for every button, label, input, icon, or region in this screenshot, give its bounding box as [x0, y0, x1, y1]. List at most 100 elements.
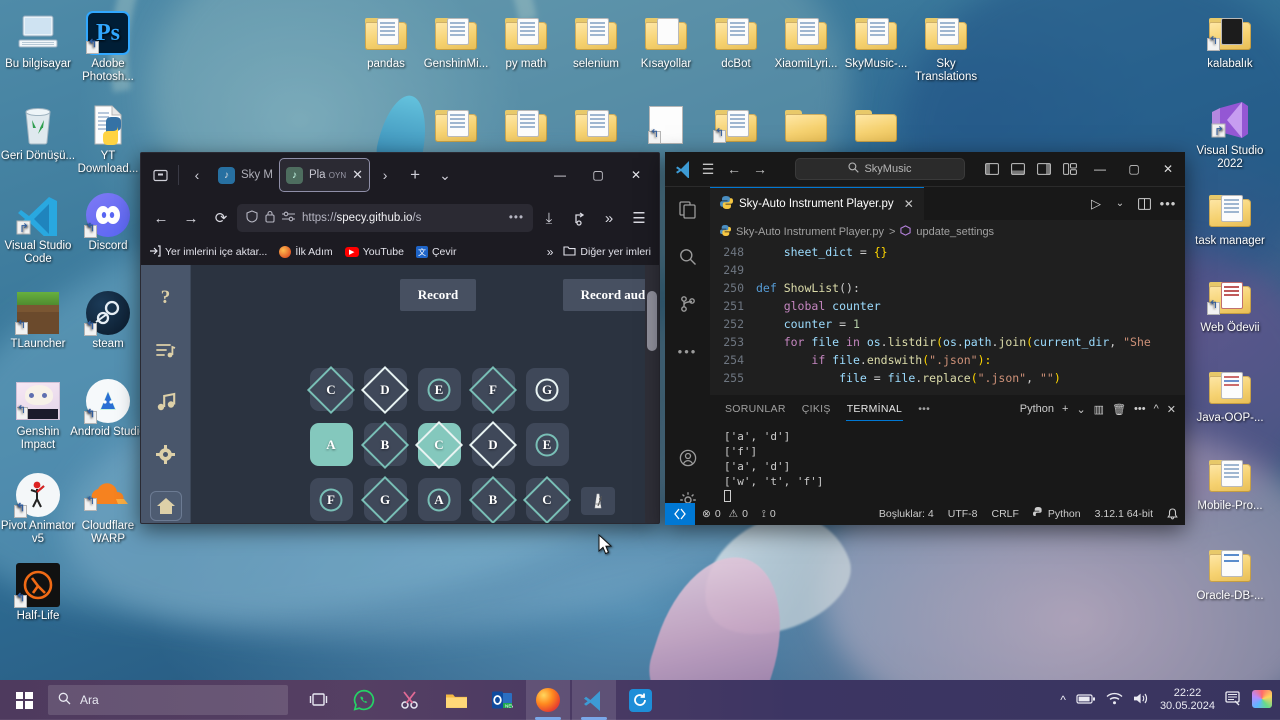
sky-key-g-4[interactable]: G: [526, 368, 569, 411]
terminal-shell-label[interactable]: Python: [1019, 403, 1055, 415]
minimize-button[interactable]: —: [1083, 154, 1117, 184]
more-actions-icon[interactable]: •••: [1157, 192, 1179, 216]
task-view-icon[interactable]: [296, 680, 340, 720]
desktop-icon-yt-downloader[interactable]: YT Download...: [70, 100, 146, 175]
split-terminal-icon[interactable]: ▥: [1093, 403, 1105, 416]
new-tab-button[interactable]: +: [400, 160, 430, 190]
bookmark-cevir[interactable]: 文 Çevir: [416, 246, 457, 258]
help-question-icon[interactable]: ?: [150, 283, 182, 313]
maximize-button[interactable]: ▢: [1117, 154, 1151, 184]
scroll-tabs-left-icon[interactable]: ‹: [182, 160, 212, 190]
explorer-icon[interactable]: [672, 195, 704, 225]
desktop-icon-pivot-animator[interactable]: Pivot Animator v5: [0, 470, 76, 545]
vscode-window[interactable]: ☰ ← → SkyMusic: [665, 152, 1185, 525]
code-editor[interactable]: 248 sheet_dict = {}249250def ShowList():…: [710, 243, 1185, 395]
panel-tab-iki[interactable]: ÇIKIŞ: [801, 398, 832, 420]
trash-icon[interactable]: 🗑: [1111, 403, 1127, 416]
downloads-icon[interactable]: ⤓: [535, 204, 563, 232]
desktop-icon-row2[interactable]: [558, 100, 634, 150]
taskbar-search-box[interactable]: Ara: [48, 685, 288, 715]
desktop-icon-pandas[interactable]: pandas: [348, 8, 424, 71]
outlook-icon[interactable]: NEW: [480, 680, 524, 720]
metronome-icon[interactable]: [581, 487, 615, 515]
desktop-icon-genshinmi[interactable]: GenshinMi...: [418, 8, 494, 71]
browser-tab-sky-music[interactable]: ♪ Sky M: [212, 158, 279, 192]
desktop-icon-row2[interactable]: [628, 100, 704, 150]
status-indentation[interactable]: Boşluklar: 4: [872, 503, 941, 525]
pre-app-icon[interactable]: [1252, 690, 1272, 711]
back-icon[interactable]: ←: [147, 204, 175, 232]
battery-icon[interactable]: [1076, 693, 1096, 708]
wifi-icon[interactable]: [1106, 692, 1123, 708]
desktop-icon-tlauncher[interactable]: TLauncher: [0, 288, 76, 351]
browser-viewport-scrollbar[interactable]: [645, 265, 659, 524]
desktop-icon-steam[interactable]: steam: [70, 288, 146, 351]
chevron-double-right-icon[interactable]: »: [547, 245, 554, 259]
taskbar-clock[interactable]: 22:22 30.05.2024: [1160, 687, 1215, 713]
tray-overflow-icon[interactable]: ^: [1060, 693, 1066, 707]
panel-tab-terminal[interactable]: TERMİNAL: [846, 398, 904, 421]
permissions-icon[interactable]: [282, 211, 295, 225]
playlist-icon[interactable]: [150, 335, 182, 365]
scrollbar-thumb[interactable]: [647, 291, 657, 351]
record-button[interactable]: Record: [400, 279, 476, 311]
go-back-icon[interactable]: ←: [721, 155, 747, 183]
layout-panel-left-icon[interactable]: [979, 155, 1005, 183]
sync-icon[interactable]: [618, 680, 662, 720]
desktop-icon-vscode[interactable]: ↱ Visual Studio Code: [0, 190, 76, 265]
sky-key-f-3[interactable]: F: [472, 368, 515, 411]
close-panel-icon[interactable]: ✕: [1166, 403, 1177, 416]
more-views-icon[interactable]: •••: [672, 336, 704, 366]
desktop-icon-row2[interactable]: [768, 100, 844, 150]
bell-icon[interactable]: [1160, 503, 1185, 525]
terminal-dropdown-icon[interactable]: ⌄: [1075, 403, 1086, 416]
bookmark-import[interactable]: Yer imlerini içe aktar...: [149, 245, 267, 260]
close-icon[interactable]: ✕: [904, 197, 914, 211]
close-icon[interactable]: ✕: [352, 167, 363, 183]
panel-tab-sorunlar[interactable]: SORUNLAR: [724, 398, 787, 420]
volume-icon[interactable]: [1133, 692, 1150, 708]
desktop-icon-kisayollar[interactable]: Kısayollar: [628, 8, 704, 71]
desktop-icon-row2[interactable]: [838, 100, 914, 150]
desktop-icon-row2[interactable]: [698, 100, 774, 150]
desktop-icon-android-studio[interactable]: Android Studio: [70, 376, 146, 439]
desktop-icon-dcbot[interactable]: dcBot: [698, 8, 774, 71]
desktop-icon-skymusic[interactable]: SkyMusic-...: [838, 8, 914, 71]
page-actions-icon[interactable]: •••: [509, 212, 524, 224]
whatsapp-icon[interactable]: [342, 680, 386, 720]
status-interpreter[interactable]: 3.12.1 64-bit: [1088, 503, 1160, 525]
firefox-icon[interactable]: [526, 680, 570, 720]
status-eol[interactable]: CRLF: [984, 503, 1025, 525]
panel-more-icon[interactable]: •••: [1133, 403, 1147, 415]
desktop-icon-mobile-pro[interactable]: Mobile-Pro...: [1192, 450, 1268, 513]
sky-key-c-7[interactable]: C: [418, 423, 461, 466]
go-forward-icon[interactable]: →: [747, 155, 773, 183]
maximize-panel-icon[interactable]: ^: [1153, 403, 1160, 415]
search-icon[interactable]: [672, 242, 704, 272]
sky-key-a-12[interactable]: A: [418, 478, 461, 521]
editor-tab-sky-auto-instrument-player[interactable]: Sky-Auto Instrument Player.py ✕: [710, 187, 924, 220]
firefox-window[interactable]: ‹ ♪ Sky M ♪ Pla OYN ✕ › + ⌄ — ▢ ✕: [140, 152, 660, 524]
sky-key-g-11[interactable]: G: [364, 478, 407, 521]
list-all-tabs-icon[interactable]: ⌄: [430, 160, 460, 190]
desktop-icon-xiaomilyri[interactable]: XiaomiLyri...: [768, 8, 844, 71]
address-bar[interactable]: https://specy.github.io/s •••: [237, 204, 533, 232]
source-control-icon[interactable]: [672, 289, 704, 319]
breadcrumb-symbol[interactable]: update_settings: [916, 226, 994, 238]
sky-key-f-10[interactable]: F: [310, 478, 353, 521]
bookmark-youtube[interactable]: ▶ YouTube: [345, 246, 404, 258]
desktop-icon-photoshop[interactable]: Ps Adobe Photosh...: [70, 8, 146, 83]
desktop-icon-kalabalik[interactable]: kalabalık: [1192, 8, 1268, 71]
sky-key-d-8[interactable]: D: [472, 423, 515, 466]
sky-key-e-2[interactable]: E: [418, 368, 461, 411]
app-menu-icon[interactable]: ☰: [625, 204, 653, 232]
desktop-icon-py-math[interactable]: py math: [488, 8, 564, 71]
windows-start-icon[interactable]: [0, 680, 48, 720]
run-play-icon[interactable]: ▷: [1085, 192, 1107, 216]
new-terminal-icon[interactable]: +: [1061, 403, 1069, 415]
home-icon[interactable]: [150, 491, 182, 521]
desktop-icon-task-manager[interactable]: task manager: [1192, 185, 1268, 248]
shield-icon[interactable]: [246, 210, 258, 226]
account-icon[interactable]: [565, 204, 593, 232]
maximize-button[interactable]: ▢: [579, 158, 617, 192]
